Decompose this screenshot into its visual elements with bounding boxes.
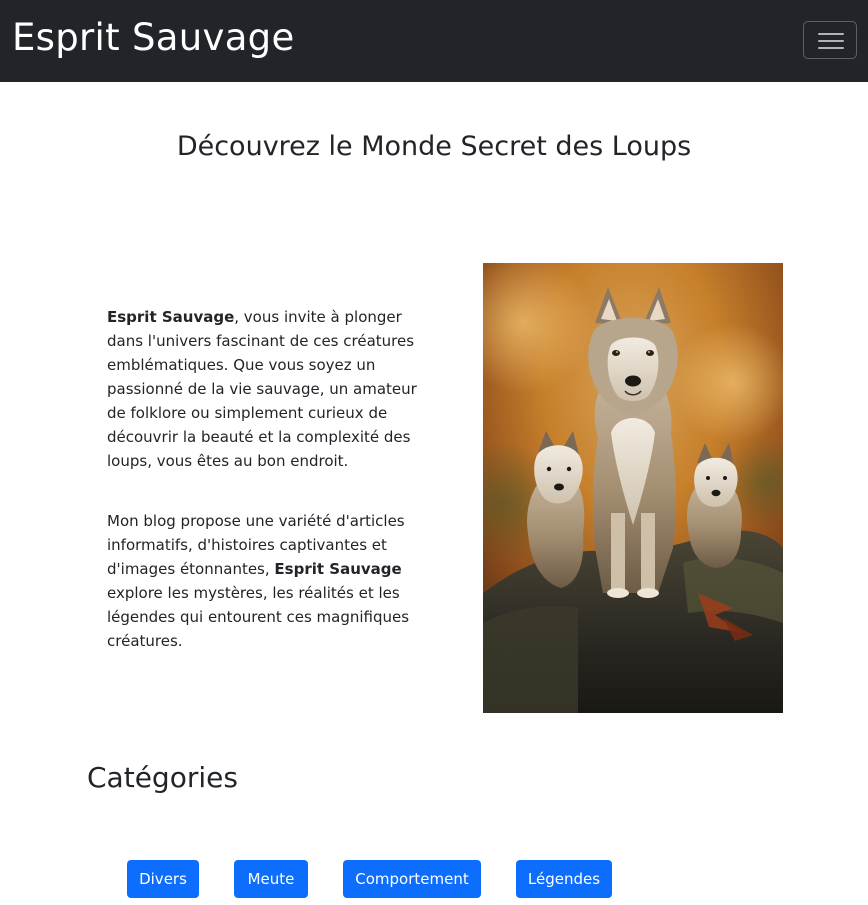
brand-bold: Esprit Sauvage <box>274 560 402 578</box>
intro-paragraph-2: Mon blog propose une variété d'articles … <box>107 509 437 653</box>
navbar-toggle-button[interactable] <box>803 21 857 59</box>
intro-paragraph-1: Esprit Sauvage, vous invite à plonger da… <box>107 305 437 473</box>
intro-text: Esprit Sauvage, vous invite à plonger da… <box>107 305 437 653</box>
brand-bold: Esprit Sauvage <box>107 308 235 326</box>
intro-paragraph-1-text: , vous invite à plonger dans l'univers f… <box>107 308 417 470</box>
intro-paragraph-2-text-after: explore les mystères, les réalités et le… <box>107 584 410 650</box>
category-button-meute[interactable]: Meute <box>234 860 308 898</box>
navbar: Esprit Sauvage <box>0 0 868 82</box>
categories-title: Catégories <box>87 761 238 794</box>
category-button-divers[interactable]: Divers <box>127 860 199 898</box>
category-button-comportement[interactable]: Comportement <box>343 860 481 898</box>
wolves-photo <box>483 263 783 713</box>
brand-title[interactable]: Esprit Sauvage <box>12 14 295 62</box>
category-button-legendes[interactable]: Légendes <box>516 860 612 898</box>
page-title: Découvrez le Monde Secret des Loups <box>176 131 692 162</box>
